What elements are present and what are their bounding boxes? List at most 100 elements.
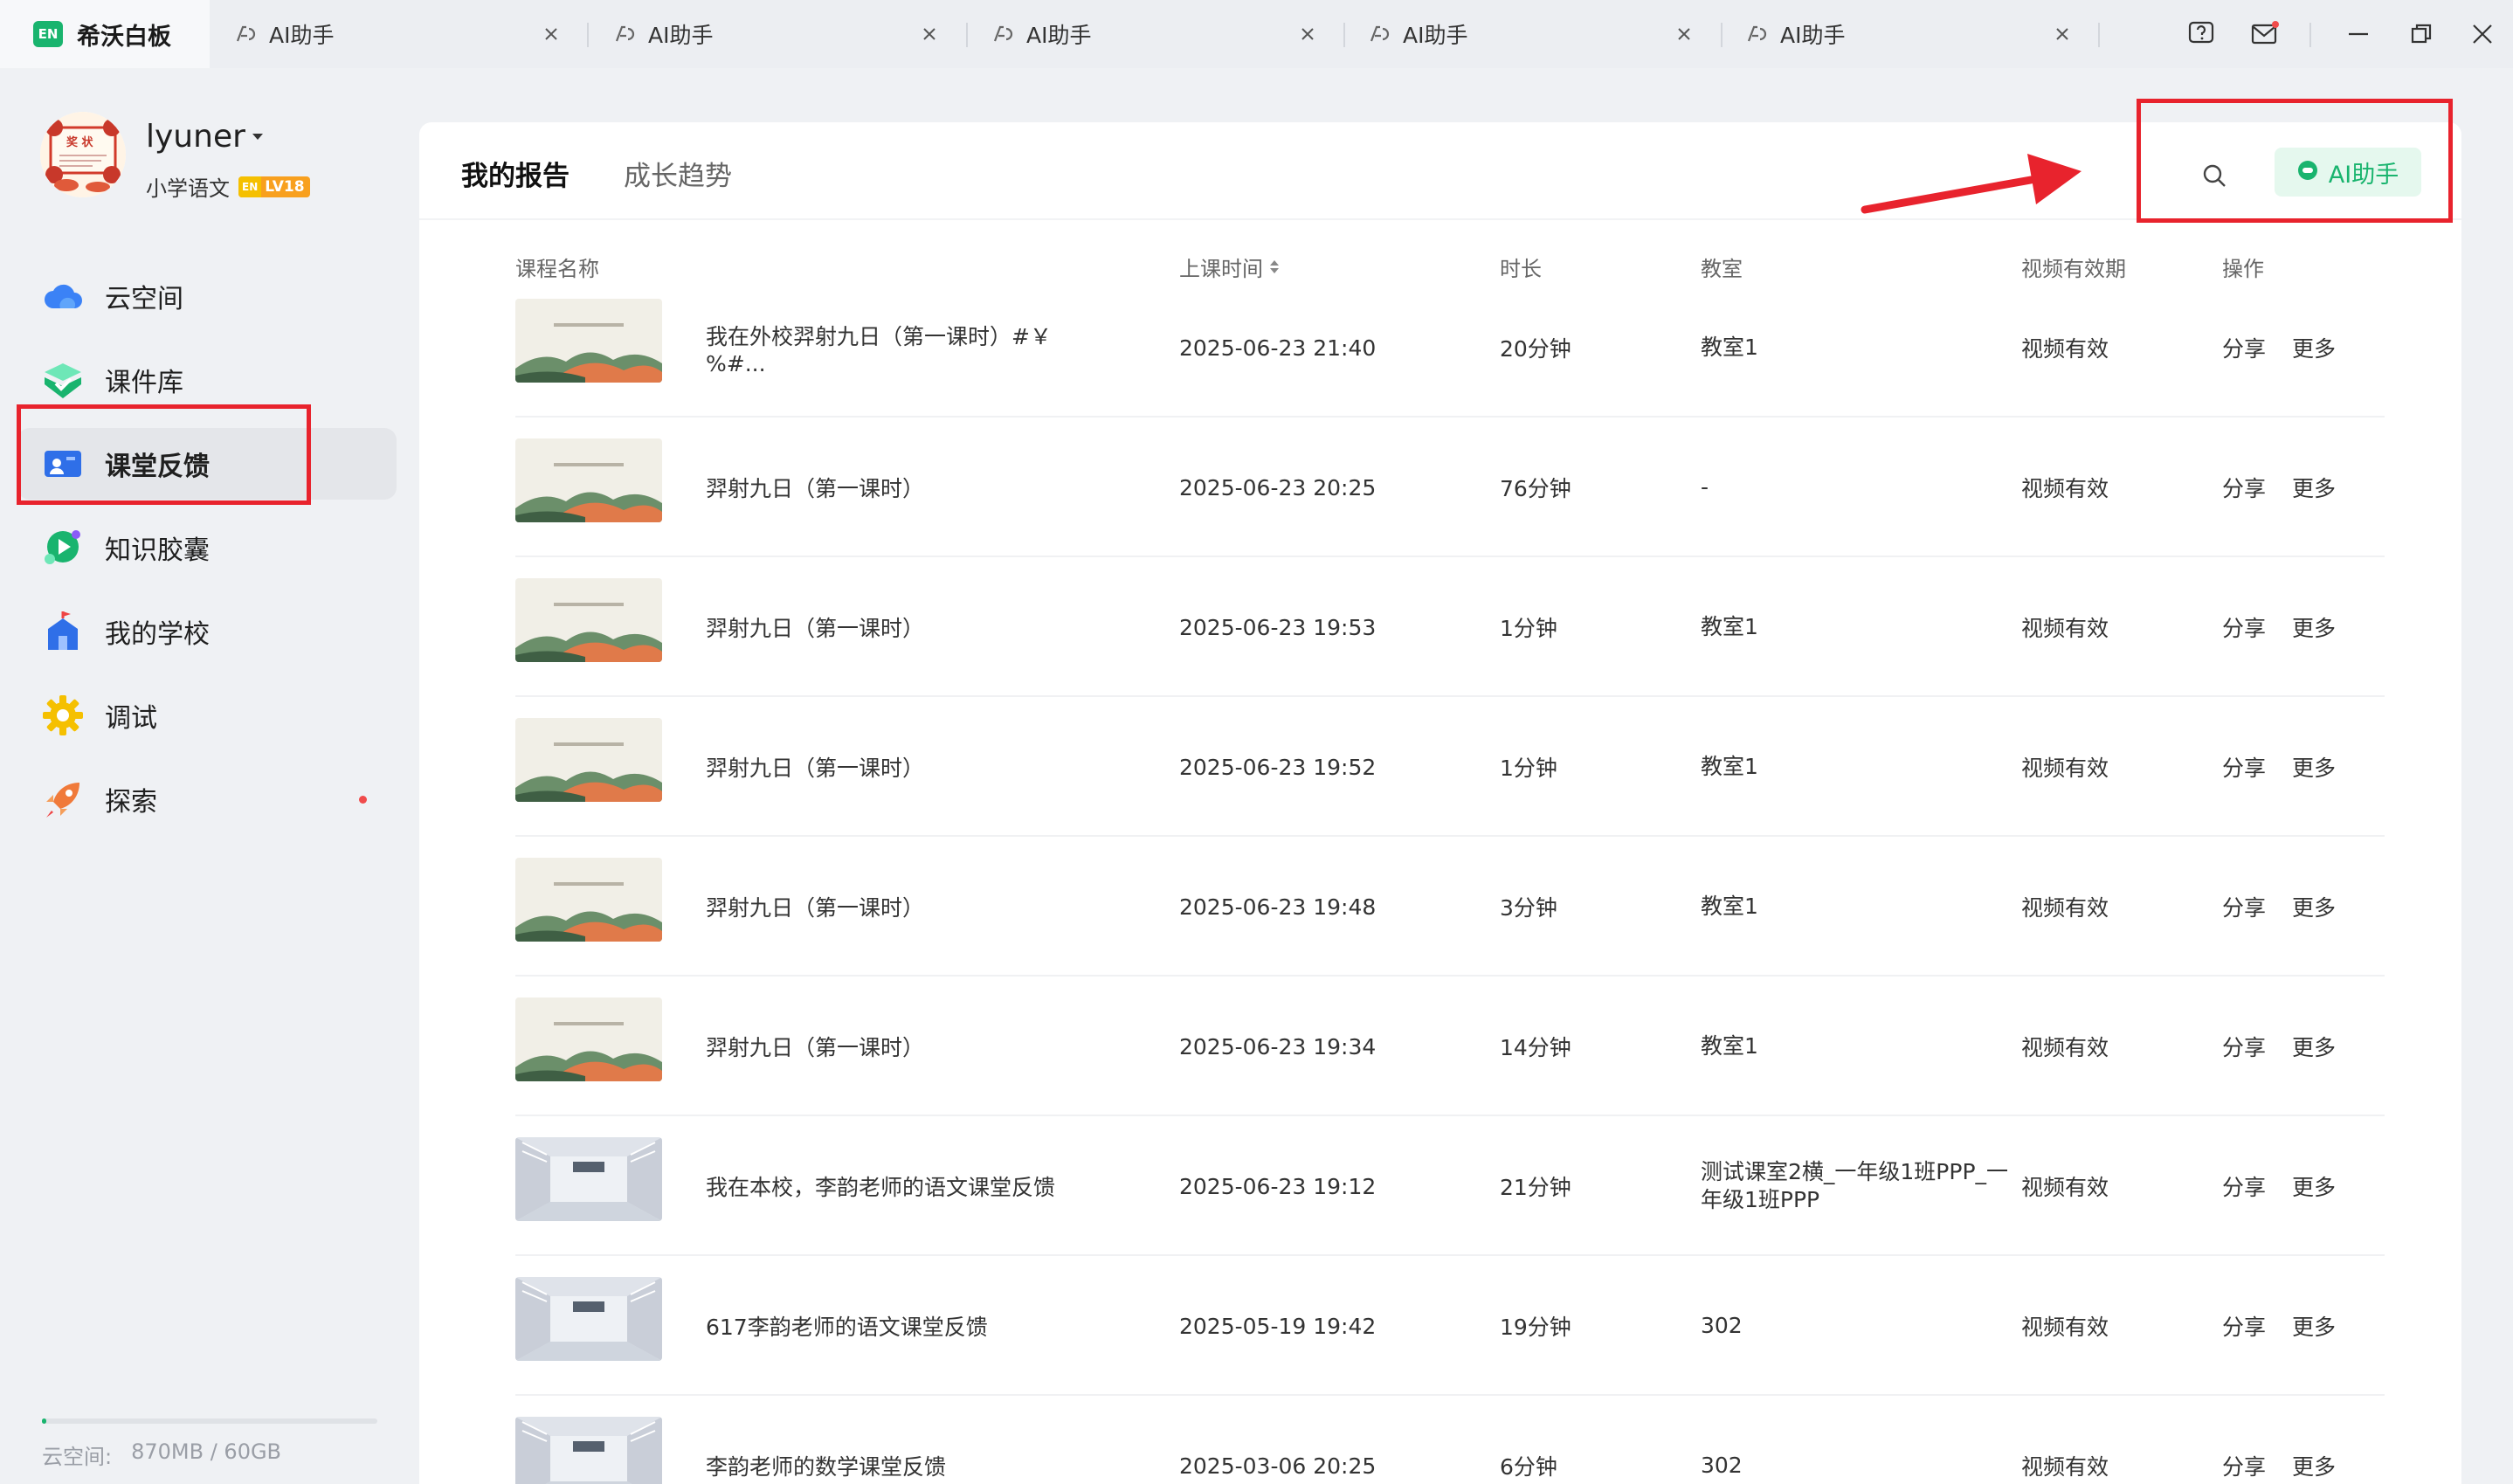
course-thumbnail[interactable]: [515, 299, 662, 383]
tab-ai-assistant-1[interactable]: AI助手: [232, 0, 334, 68]
sidebar-item-debug[interactable]: 调试: [17, 680, 397, 751]
close-icon[interactable]: [915, 19, 944, 49]
table-row[interactable]: 羿射九日（第一课时） 2025-06-23 19:34 14分钟 教室1 视频有…: [515, 977, 2385, 1116]
share-link[interactable]: 分享: [2222, 418, 2266, 557]
more-link[interactable]: 更多: [2292, 1116, 2336, 1256]
classroom: 教室1: [1701, 894, 1758, 919]
share-link[interactable]: 分享: [2222, 977, 2266, 1116]
class-time: 2025-06-23 19:52: [1179, 754, 1377, 780]
courseware-library-icon: [40, 357, 86, 403]
tab-ai-assistant-2[interactable]: AI助手: [611, 0, 713, 68]
table-row[interactable]: 我在本校，李韵老师的语文课堂反馈 2025-06-23 19:12 21分钟 测…: [515, 1116, 2385, 1256]
share-link[interactable]: 分享: [2222, 278, 2266, 418]
table-row[interactable]: 羿射九日（第一课时） 2025-06-23 19:52 1分钟 教室1 视频有效…: [515, 697, 2385, 837]
tab-separator: [966, 23, 968, 47]
course-name[interactable]: 羿射九日（第一课时）: [706, 697, 1108, 837]
course-thumbnail[interactable]: [515, 1417, 662, 1484]
course-name[interactable]: 羿射九日（第一课时）: [706, 837, 1108, 977]
close-icon[interactable]: [536, 19, 566, 49]
rocket-icon: [40, 777, 86, 822]
report-panel: 我的报告 成长趋势 AI助手 课程名称 上课时间 时长 教室 视频有效期 操作 …: [419, 122, 2461, 1484]
more-link[interactable]: 更多: [2292, 557, 2336, 697]
close-icon[interactable]: [2047, 19, 2077, 49]
video-validity: 视频有效: [2021, 756, 2109, 781]
minimize-icon[interactable]: [2341, 17, 2376, 52]
sidebar-item-explore[interactable]: 探索: [17, 763, 397, 835]
table-row[interactable]: 羿射九日（第一课时） 2025-06-23 19:48 3分钟 教室1 视频有效…: [515, 837, 2385, 977]
video-validity: 视频有效: [2021, 895, 2109, 921]
subject-label: 小学语文: [146, 176, 230, 201]
classroom: 测试课室2横_一年级1班PPP_一年级1班PPP: [1701, 1159, 2009, 1212]
share-link[interactable]: 分享: [2222, 1256, 2266, 1396]
more-link[interactable]: 更多: [2292, 837, 2336, 977]
course-thumbnail[interactable]: [515, 1137, 662, 1221]
course-name[interactable]: 617李韵老师的语文课堂反馈: [706, 1256, 1108, 1396]
share-link[interactable]: 分享: [2222, 1116, 2266, 1256]
sidebar-item-my-school[interactable]: 我的学校: [17, 596, 397, 667]
more-link[interactable]: 更多: [2292, 697, 2336, 837]
course-thumbnail[interactable]: [515, 997, 662, 1081]
table-row[interactable]: 李韵老师的数学课堂反馈 2025-03-06 20:25 6分钟 302 视频有…: [515, 1396, 2385, 1484]
course-name[interactable]: 羿射九日（第一课时）: [706, 418, 1108, 557]
course-thumbnail[interactable]: [515, 718, 662, 802]
classroom: 教室1: [1701, 335, 1758, 360]
avatar[interactable]: 奖 状: [40, 112, 126, 197]
tab-ai-assistant-4[interactable]: AI助手: [1366, 0, 1467, 68]
share-link[interactable]: 分享: [2222, 837, 2266, 977]
share-link[interactable]: 分享: [2222, 1396, 2266, 1484]
table-row[interactable]: 羿射九日（第一课时） 2025-06-23 20:25 76分钟 - 视频有效 …: [515, 418, 2385, 557]
restore-icon[interactable]: [2404, 17, 2439, 52]
sidebar-item-cloud-space[interactable]: 云空间: [17, 260, 397, 332]
tab-my-report[interactable]: 我的报告: [461, 154, 570, 193]
school-icon: [40, 609, 86, 654]
classroom: -: [1701, 474, 1709, 500]
share-link[interactable]: 分享: [2222, 697, 2266, 837]
duration: 1分钟: [1500, 616, 1557, 641]
video-validity: 视频有效: [2021, 1175, 2109, 1200]
mail-icon[interactable]: [2247, 17, 2282, 52]
more-link[interactable]: 更多: [2292, 1396, 2336, 1484]
class-time: 2025-06-23 19:12: [1179, 1173, 1377, 1199]
course-thumbnail[interactable]: [515, 578, 662, 662]
tab-ai-assistant-3[interactable]: AI助手: [990, 0, 1091, 68]
help-icon[interactable]: [2184, 17, 2219, 52]
course-name[interactable]: 羿射九日（第一课时）: [706, 977, 1108, 1116]
course-thumbnail[interactable]: [515, 438, 662, 522]
app-logo-icon: EN: [33, 21, 63, 47]
username-dropdown[interactable]: lyuner: [146, 119, 263, 155]
sort-icon[interactable]: [1270, 260, 1279, 273]
tab-ai-assistant-5[interactable]: AI助手: [1743, 0, 1845, 68]
class-time: 2025-06-23 21:40: [1179, 335, 1377, 361]
close-icon[interactable]: [1669, 19, 1699, 49]
more-link[interactable]: 更多: [2292, 278, 2336, 418]
more-link[interactable]: 更多: [2292, 1256, 2336, 1396]
video-validity: 视频有效: [2021, 1315, 2109, 1340]
avatar-text: 奖 状: [66, 136, 93, 149]
storage-usage-text: 云空间: 870MB / 60GB: [42, 1439, 281, 1470]
table-row[interactable]: 617李韵老师的语文课堂反馈 2025-05-19 19:42 19分钟 302…: [515, 1256, 2385, 1396]
storage-label: 云空间:: [42, 1445, 113, 1469]
course-thumbnail[interactable]: [515, 1277, 662, 1361]
more-link[interactable]: 更多: [2292, 418, 2336, 557]
duration: 19分钟: [1500, 1315, 1571, 1340]
tab-label: AI助手: [1780, 23, 1846, 48]
tab-separator: [2098, 23, 2100, 47]
table-row[interactable]: 我在外校羿射九日（第一课时）#￥%#... 2025-06-23 21:40 2…: [515, 278, 2385, 418]
classroom: 教室1: [1701, 614, 1758, 639]
tab-home[interactable]: EN 希沃白板: [0, 0, 210, 68]
table-row[interactable]: 羿射九日（第一课时） 2025-06-23 19:53 1分钟 教室1 视频有效…: [515, 557, 2385, 697]
course-name[interactable]: 我在外校羿射九日（第一课时）#￥%#...: [706, 278, 1108, 418]
course-name[interactable]: 我在本校，李韵老师的语文课堂反馈: [706, 1116, 1108, 1256]
username: lyuner: [146, 119, 245, 155]
close-icon[interactable]: [1293, 19, 1322, 49]
course-name[interactable]: 羿射九日（第一课时）: [706, 557, 1108, 697]
share-link[interactable]: 分享: [2222, 557, 2266, 697]
more-link[interactable]: 更多: [2292, 977, 2336, 1116]
course-thumbnail[interactable]: [515, 858, 662, 942]
tab-growth-trend[interactable]: 成长趋势: [624, 154, 732, 193]
tab-label: AI助手: [648, 23, 714, 48]
close-window-icon[interactable]: [2465, 17, 2500, 52]
course-name[interactable]: 李韵老师的数学课堂反馈: [706, 1396, 1108, 1484]
class-time: 2025-06-23 20:25: [1179, 474, 1377, 500]
sidebar-item-knowledge-capsule[interactable]: 知识胶囊: [17, 512, 397, 583]
